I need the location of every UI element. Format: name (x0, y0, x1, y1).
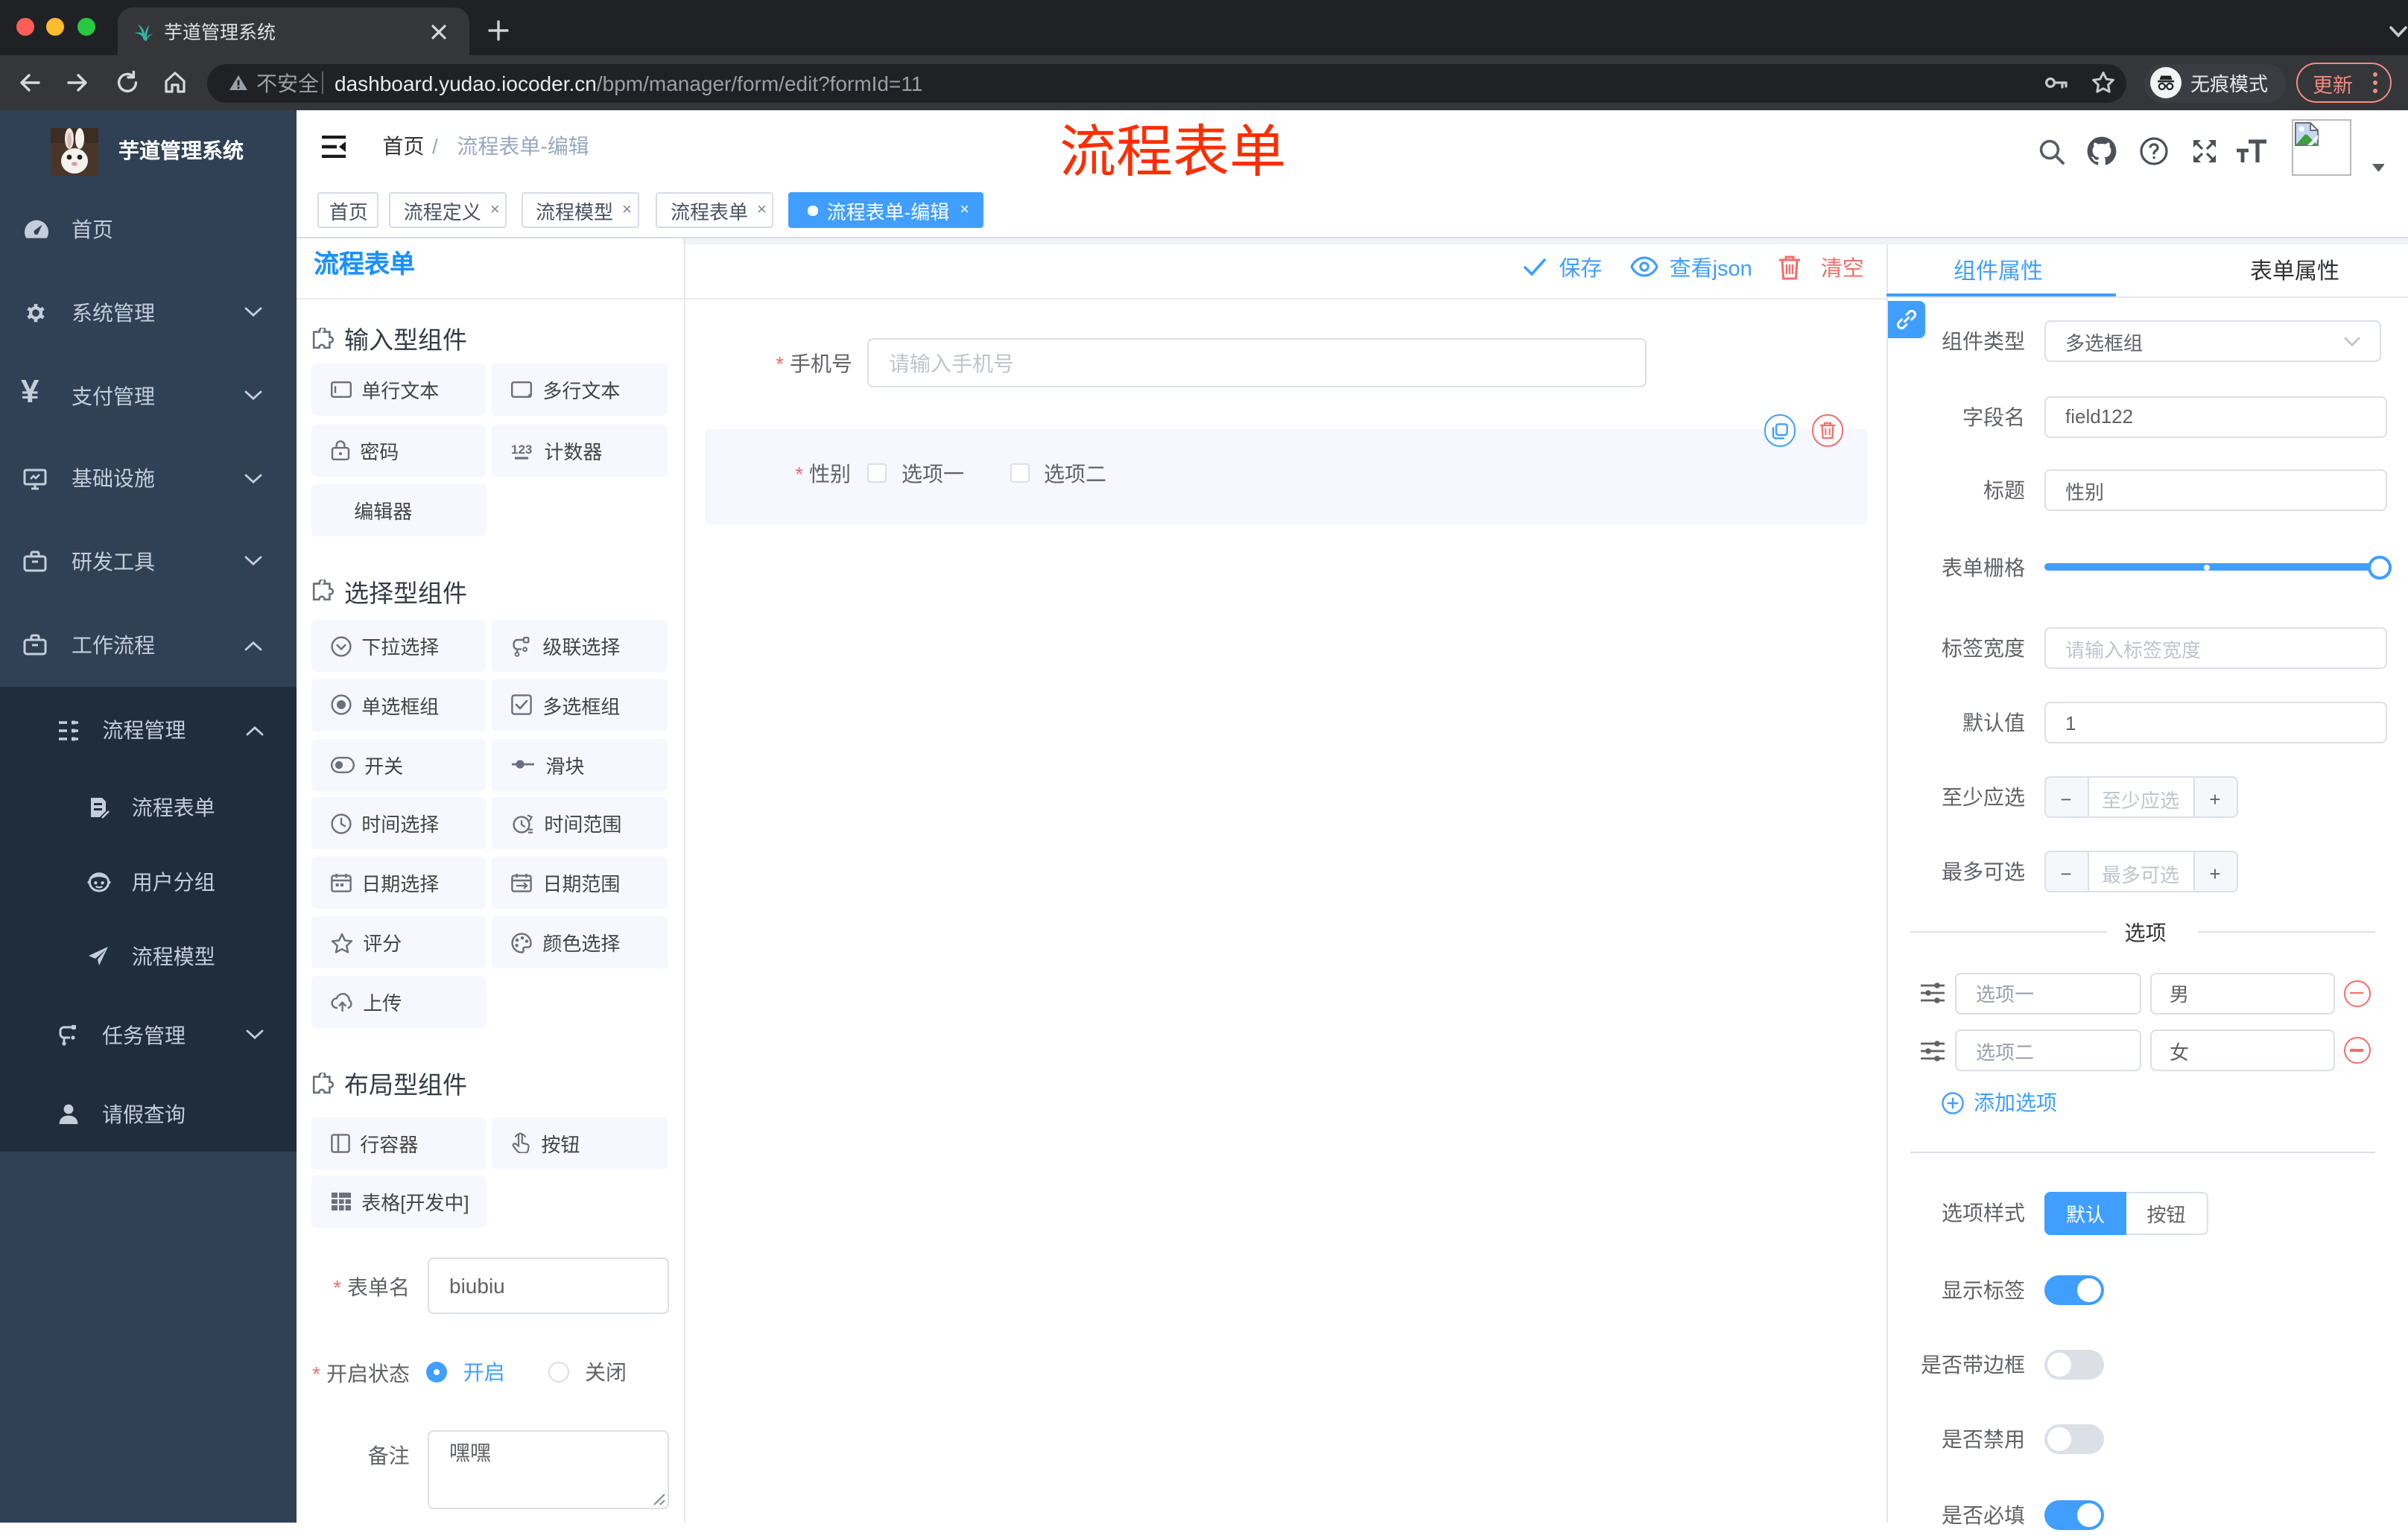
svg-text:123: 123 (511, 442, 532, 456)
